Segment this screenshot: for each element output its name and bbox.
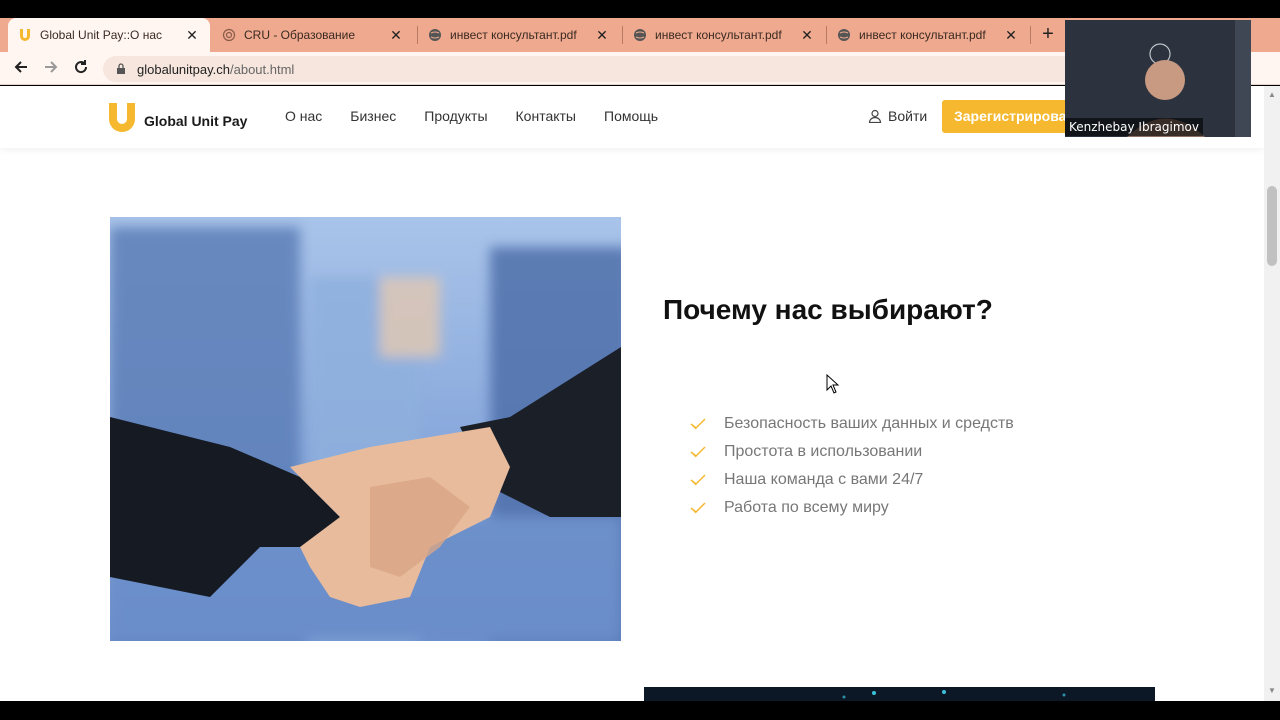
page-scrollbar[interactable]: ▲ ▼ — [1264, 86, 1280, 701]
tab-pdf-3[interactable]: инвест консультант.pdf ✕ — [827, 18, 1029, 52]
nav-business[interactable]: Бизнес — [350, 108, 396, 124]
u-logo-icon — [18, 28, 32, 42]
globe-icon — [633, 28, 647, 42]
url-path: /about.html — [230, 61, 295, 77]
check-icon — [690, 418, 706, 430]
features-list: Безопасность ваших данных и средств Прос… — [690, 410, 1014, 522]
list-item: Безопасность ваших данных и средств — [690, 410, 1014, 438]
check-icon — [690, 474, 706, 486]
nav-help[interactable]: Помощь — [604, 108, 658, 124]
feature-label: Наша команда с вами 24/7 — [724, 471, 924, 488]
close-tab-icon[interactable]: ✕ — [594, 27, 610, 44]
globe-icon — [428, 28, 442, 42]
logo-text: Global Unit Pay — [144, 112, 248, 129]
address-bar[interactable]: globalunitpay.ch/about.html — [103, 56, 1103, 82]
login-link[interactable]: Войти — [868, 108, 927, 124]
tab-cru[interactable]: CRU - Образование ✕ — [212, 18, 414, 52]
close-tab-icon[interactable]: ✕ — [1003, 27, 1019, 44]
nav-contacts[interactable]: Контакты — [516, 108, 576, 124]
close-tab-icon[interactable]: ✕ — [184, 27, 200, 44]
globe-icon — [837, 28, 851, 42]
spiral-icon — [222, 28, 236, 42]
tab-global-unit-pay[interactable]: Global Unit Pay::О нас ✕ — [8, 18, 210, 52]
new-tab-icon[interactable]: + — [1038, 24, 1058, 44]
tab-pdf-1[interactable]: инвест консультант.pdf ✕ — [418, 18, 620, 52]
feature-label: Безопасность ваших данных и средств — [724, 415, 1014, 432]
forward-icon[interactable] — [40, 58, 62, 80]
list-item: Простота в использовании — [690, 438, 1014, 466]
screen: Global Unit Pay::О нас ✕ CRU - Образован… — [0, 0, 1280, 720]
reload-icon[interactable] — [70, 58, 92, 80]
login-label: Войти — [888, 108, 928, 124]
user-icon — [868, 109, 882, 123]
site-logo[interactable]: Global Unit Pay — [108, 103, 247, 132]
tab-pdf-2[interactable]: инвест консультант.pdf ✕ — [623, 18, 825, 52]
feature-label: Работа по всему миру — [724, 499, 889, 516]
main-nav: О нас Бизнес Продукты Контакты Помощь — [285, 108, 686, 124]
list-item: Наша команда с вами 24/7 — [690, 466, 1014, 494]
scroll-up-icon[interactable]: ▲ — [1268, 90, 1276, 99]
check-icon — [690, 446, 706, 458]
scroll-down-icon[interactable]: ▼ — [1268, 686, 1276, 695]
list-item: Работа по всему миру — [690, 494, 1014, 522]
participant-name: Kenzhebay Ibragimov — [1065, 118, 1203, 136]
feature-label: Простота в использовании — [724, 443, 923, 460]
back-icon[interactable] — [10, 58, 32, 80]
next-section-image — [644, 687, 1155, 701]
u-logo-icon — [109, 103, 135, 132]
scrollbar-thumb[interactable] — [1267, 186, 1277, 266]
nav-about[interactable]: О нас — [285, 108, 322, 124]
web-page: Global Unit Pay О нас Бизнес Продукты Ко… — [0, 86, 1264, 701]
tab-separator — [1030, 26, 1031, 44]
close-tab-icon[interactable]: ✕ — [799, 27, 815, 44]
url-host: globalunitpay.ch — [137, 61, 230, 77]
lock-icon — [117, 63, 125, 74]
nav-products[interactable]: Продукты — [424, 108, 487, 124]
check-icon — [690, 502, 706, 514]
close-tab-icon[interactable]: ✕ — [388, 27, 404, 44]
section-title: Почему нас выбирают? — [663, 294, 993, 325]
handshake-photo — [110, 217, 621, 641]
mouse-cursor-icon — [826, 374, 840, 394]
